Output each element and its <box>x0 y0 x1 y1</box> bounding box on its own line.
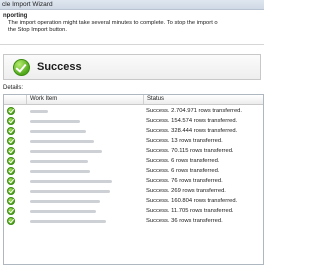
status-panel: Success <box>3 54 261 80</box>
work-item-redacted <box>30 140 94 143</box>
work-item-redacted <box>30 150 102 153</box>
table-row[interactable]: Success. 154.574 rows transferred. <box>4 116 263 126</box>
work-item-redacted <box>30 110 48 113</box>
page-description: The import operation might take several … <box>8 20 264 34</box>
description-line-1: The import operation might take several … <box>8 20 218 26</box>
table-row[interactable]: Success. 76 rows transferred. <box>4 176 263 186</box>
table-row[interactable]: Success. 70.115 rows transferred. <box>4 146 263 156</box>
success-icon <box>7 117 15 125</box>
column-header-status[interactable]: Status <box>143 95 263 104</box>
row-status: Success. 36 rows transferred. <box>146 218 223 224</box>
success-icon <box>7 207 15 215</box>
success-icon <box>7 107 15 115</box>
description-line-2: the Stop Import button. <box>8 27 67 33</box>
row-status: Success. 70.115 rows transferred. <box>146 148 234 154</box>
success-icon <box>7 157 15 165</box>
table-row[interactable]: Success. 6 rows transferred. <box>4 166 263 176</box>
page-heading: nporting <box>3 13 28 19</box>
work-item-redacted <box>30 160 88 163</box>
status-text: Success <box>37 61 82 73</box>
window-title: cle Import Wizard <box>0 0 264 10</box>
work-item-redacted <box>30 210 96 213</box>
table-row[interactable]: Success. 269 rows transferred. <box>4 186 263 196</box>
row-status: Success. 269 rows transferred. <box>146 188 226 194</box>
details-grid[interactable]: Work Item Status Success. 2.704.971 rows… <box>3 94 264 265</box>
success-icon <box>7 137 15 145</box>
success-icon <box>7 127 15 135</box>
row-status: Success. 2.704.971 rows transferred. <box>146 108 243 114</box>
work-item-redacted <box>30 180 112 183</box>
success-check-icon <box>13 59 30 76</box>
work-item-redacted <box>30 130 86 133</box>
table-row[interactable]: Success. 328.444 rows transferred. <box>4 126 263 136</box>
success-icon <box>7 177 15 185</box>
table-row[interactable]: Success. 13 rows transferred. <box>4 136 263 146</box>
success-icon <box>7 197 15 205</box>
table-row[interactable]: Success. 2.704.971 rows transferred. <box>4 106 263 116</box>
row-status: Success. 13 rows transferred. <box>146 138 223 144</box>
success-icon <box>7 217 15 225</box>
row-status: Success. 6 rows transferred. <box>146 168 220 174</box>
row-status: Success. 154.574 rows transferred. <box>146 118 238 124</box>
row-status: Success. 328.444 rows transferred. <box>146 128 238 134</box>
table-row[interactable]: Success. 36 rows transferred. <box>4 216 263 226</box>
work-item-redacted <box>30 120 80 123</box>
grid-header: Work Item Status <box>4 95 263 105</box>
table-row[interactable]: Success. 6 rows transferred. <box>4 156 263 166</box>
success-icon <box>7 147 15 155</box>
success-icon <box>7 187 15 195</box>
work-item-redacted <box>30 200 100 203</box>
row-status: Success. 160.804 rows transferred. <box>146 198 238 204</box>
work-item-redacted <box>30 220 106 223</box>
details-label: Details: <box>3 85 24 91</box>
table-row[interactable]: Success. 160.804 rows transferred. <box>4 196 263 206</box>
row-status: Success. 11.705 rows transferred. <box>146 208 234 214</box>
table-row[interactable]: Success. 11.705 rows transferred. <box>4 206 263 216</box>
success-icon <box>7 167 15 175</box>
row-status: Success. 6 rows transferred. <box>146 158 220 164</box>
work-item-redacted <box>30 170 90 173</box>
row-status: Success. 76 rows transferred. <box>146 178 223 184</box>
work-item-redacted <box>30 190 110 193</box>
column-header-work-item[interactable]: Work Item <box>26 95 143 104</box>
wizard-header: nporting The import operation might take… <box>0 11 264 45</box>
